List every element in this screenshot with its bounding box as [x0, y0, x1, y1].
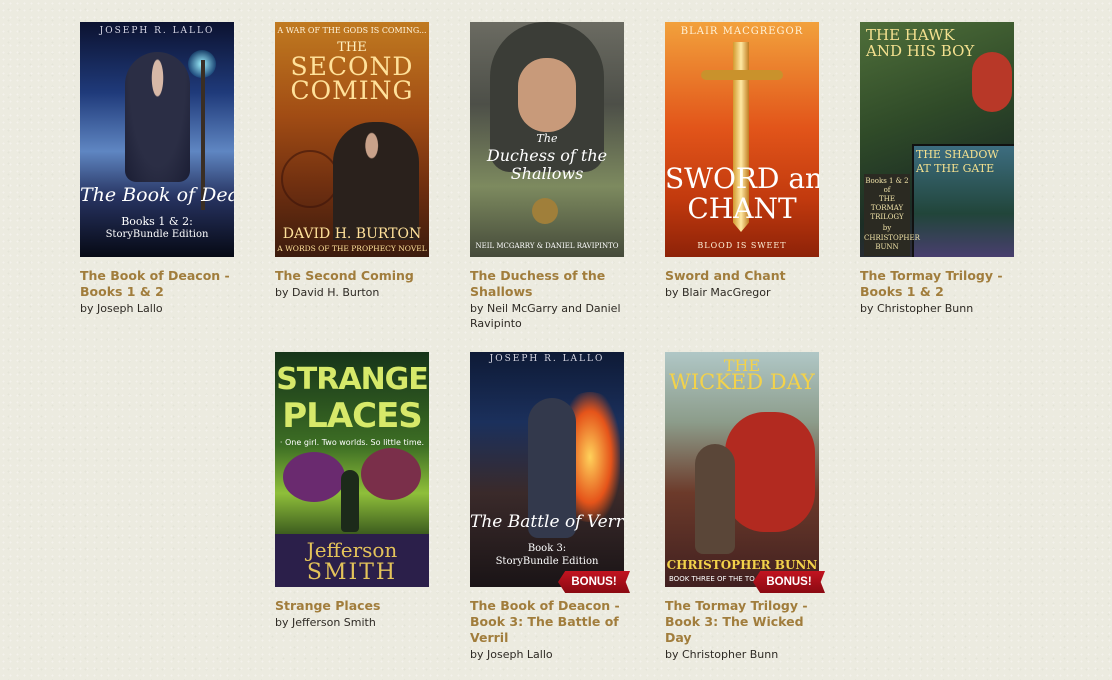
cover-art [725, 412, 815, 532]
book-title-link[interactable]: Sword and Chant [665, 268, 825, 284]
bonus-badge: BONUS! [753, 571, 825, 593]
book-title-link[interactable]: The Book of Deacon - Books 1 & 2 [80, 268, 240, 300]
cover-box-text: by [882, 224, 892, 232]
cover-art [518, 58, 576, 132]
cover-title: SWORD and [665, 162, 819, 195]
book-item: THE WICKED DAY CHRISTOPHER BUNN BOOK THR… [665, 352, 825, 662]
cover-tagline: A WAR OF THE GODS IS COMING... [277, 26, 427, 35]
cover-box-text: TRILOGY [870, 213, 904, 221]
cover-title: COMING [290, 76, 414, 105]
cover-box-text: of [883, 186, 891, 194]
cover-author: CHRISTOPHER BUNN [666, 558, 818, 572]
book-cover[interactable]: THE WICKED DAY CHRISTOPHER BUNN BOOK THR… [665, 352, 819, 587]
book-title-link[interactable]: The Tormay Trilogy - Books 1 & 2 [860, 268, 1020, 300]
book-cover[interactable]: STRANGE PLACES · One girl. Two worlds. S… [275, 352, 429, 587]
book-title-link[interactable]: The Tormay Trilogy - Book 3: The Wicked … [665, 598, 825, 646]
book-title-link[interactable]: The Second Coming [275, 268, 435, 284]
cover-subtitle: Books 1 & 2: [121, 215, 193, 228]
cover-author: DAVID H. BURTON [282, 226, 422, 242]
cover-title: WICKED DAY [669, 370, 815, 394]
cover-tagline: BLOOD IS SWEET [697, 241, 787, 250]
book-author: by Christopher Bunn [665, 648, 779, 661]
cover-art [341, 470, 359, 532]
book-item: JOSEPH R. LALLO The Battle of Verril Boo… [470, 352, 630, 662]
book-author: by David H. Burton [275, 286, 380, 299]
cover-tagline: · One girl. Two worlds. So little time. [279, 438, 425, 447]
cover-art [333, 122, 419, 240]
book-cover[interactable]: THE HAWK AND HIS BOY THE SHADOW AT THE G… [860, 22, 1014, 257]
book-author: by Joseph Lallo [470, 648, 553, 661]
cover-art [532, 198, 558, 224]
cover-art [281, 150, 339, 208]
cover-subtitle: StoryBundle Edition [495, 556, 599, 567]
book-author: by Neil McGarry and Daniel Ravipinto [470, 302, 621, 330]
book-cover[interactable]: A WAR OF THE GODS IS COMING... THE SECON… [275, 22, 429, 257]
cover-title: Duchess of the [486, 146, 608, 165]
cover-title: AND HIS BOY [866, 42, 975, 60]
cover-author: NEIL MCGARRY & DANIEL RAVIPINTO [475, 242, 619, 250]
cover-box-text: Books 1 & 2 [865, 177, 909, 185]
book-item: The Duchess of the Shallows NEIL MCGARRY… [470, 22, 630, 331]
cover-art [701, 70, 783, 80]
book-item: JOSEPH R. LALLO The Book of Deacon Books… [80, 22, 240, 316]
cover-author: Jefferson [306, 538, 398, 562]
book-item: THE HAWK AND HIS BOY THE SHADOW AT THE G… [860, 22, 1020, 316]
cover-art [972, 52, 1012, 112]
cover-title: The [536, 132, 558, 145]
cover-subtitle: A WORDS OF THE PROPHECY NOVEL [277, 244, 427, 253]
cover-subtitle: Book 3: [527, 543, 567, 554]
cover-title: The Battle of Verril [470, 512, 624, 532]
cover-title: THE SHADOW [916, 148, 999, 161]
bonus-badge: BONUS! [558, 571, 630, 593]
book-title-link[interactable]: The Duchess of the Shallows [470, 268, 630, 300]
book-author: by Christopher Bunn [860, 302, 974, 315]
book-author: by Jefferson Smith [275, 616, 376, 629]
cover-title: CHANT [687, 192, 797, 225]
cover-author: SMITH [306, 560, 398, 585]
book-cover[interactable]: JOSEPH R. LALLO The Battle of Verril Boo… [470, 352, 624, 587]
cover-author: JOSEPH R. LALLO [489, 354, 605, 364]
cover-title: The Book of Deacon [80, 184, 234, 206]
cover-title: Shallows [510, 164, 584, 183]
cover-box-text: TORMAY [870, 204, 904, 212]
book-author: by Joseph Lallo [80, 302, 163, 315]
cover-art [695, 444, 735, 554]
cover-title: AT THE GATE [916, 162, 995, 175]
book-cover[interactable]: JOSEPH R. LALLO The Book of Deacon Books… [80, 22, 234, 257]
cover-box: Books 1 & 2 of THE TORMAY TRILOGY by CHR… [864, 174, 920, 256]
book-cover[interactable]: BLAIR MACGREGOR SWORD and CHANT BLOOD IS… [665, 22, 819, 257]
cover-art [283, 452, 345, 502]
book-item: STRANGE PLACES · One girl. Two worlds. S… [275, 352, 435, 630]
book-item: BLAIR MACGREGOR SWORD and CHANT BLOOD IS… [665, 22, 825, 300]
book-title-link[interactable]: Strange Places [275, 598, 435, 614]
cover-box-text: CHRISTOPHER [864, 234, 920, 242]
cover-art [361, 448, 421, 500]
cover-box-text: BUNN [875, 243, 899, 251]
cover-subtitle: StoryBundle Edition [105, 229, 209, 240]
book-item: A WAR OF THE GODS IS COMING... THE SECON… [275, 22, 435, 300]
cover-title: PLACES [282, 396, 423, 436]
book-cover[interactable]: The Duchess of the Shallows NEIL MCGARRY… [470, 22, 624, 257]
cover-box-text: THE [879, 195, 895, 203]
cover-author: BLAIR MACGREGOR [680, 26, 804, 37]
book-author: by Blair MacGregor [665, 286, 771, 299]
cover-author: JOSEPH R. LALLO [99, 26, 215, 36]
book-title-link[interactable]: The Book of Deacon - Book 3: The Battle … [470, 598, 630, 646]
cover-title: STRANGE [276, 362, 429, 397]
cover-art [125, 52, 190, 182]
